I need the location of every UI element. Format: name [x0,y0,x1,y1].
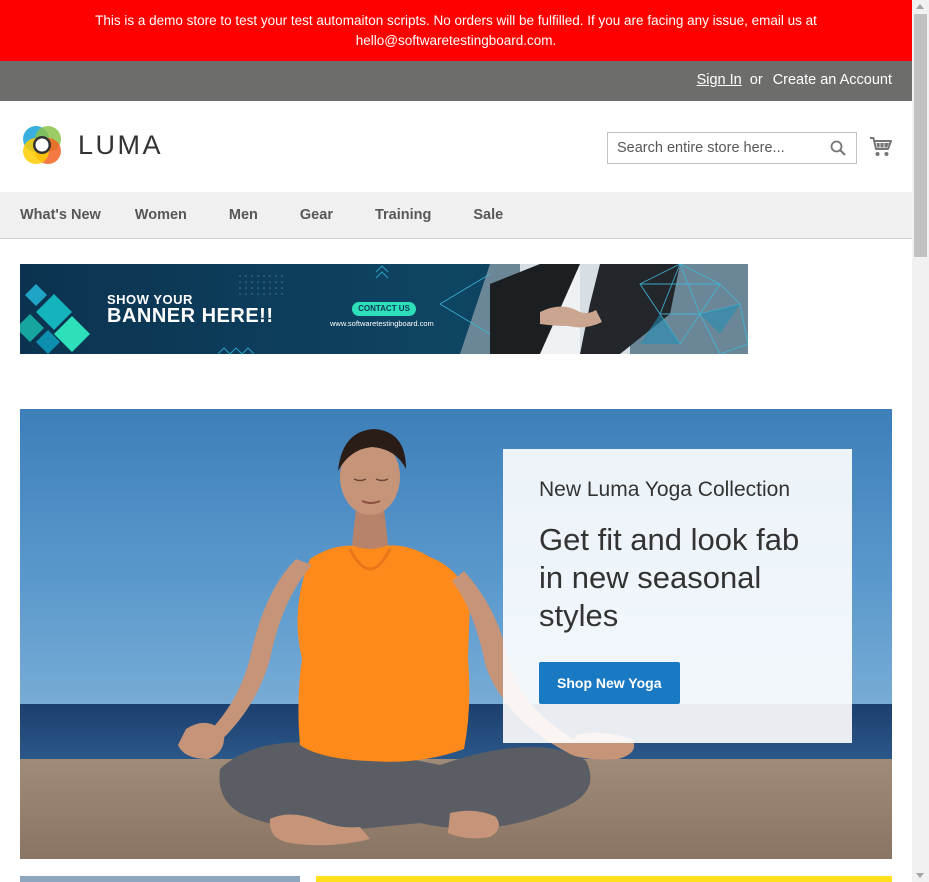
header-panel: Sign In or Create an Account [0,61,912,101]
nav-item-sale[interactable]: Sale [473,207,503,223]
page: This is a demo store to test your test a… [0,0,912,882]
nav-item-women[interactable]: Women [135,207,187,223]
search-input[interactable] [608,133,818,163]
logo-text: LUMA [78,129,164,160]
create-account-link[interactable]: Create an Account [773,72,892,88]
search-icon[interactable] [830,140,846,156]
next-block-right-image[interactable] [316,876,892,882]
scrollbar-thumb[interactable] [914,14,927,257]
account-links: Sign In or Create an Account [697,72,892,88]
nav-item-whats-new[interactable]: What's New [20,207,101,223]
scroll-up-arrow-icon[interactable] [916,4,924,9]
logo[interactable]: LUMA [20,123,163,167]
hero-headline: Get fit and look fab in new seasonal sty… [539,522,800,633]
demo-notice-bar: This is a demo store to test your test a… [0,0,912,61]
header: LUMA [0,101,912,192]
shopping-cart-icon[interactable] [869,135,893,159]
promo-title-line2: BANNER HERE!! [107,305,274,327]
luma-logo-icon [23,126,61,164]
search-box [607,132,857,164]
hero-subtitle: New Luma Yoga Collection [539,478,790,501]
nav-item-men[interactable]: Men [229,207,258,223]
hero-banner[interactable]: New Luma Yoga Collection Get fit and loo… [20,409,892,859]
demo-notice-email: hello@softwaretestingboard.com. [355,33,557,48]
or-separator: or [749,72,763,88]
promo-banner[interactable]: SHOW YOUR BANNER HERE!! CONTACT US www.s… [20,264,748,354]
sign-in-link[interactable]: Sign In [697,72,742,88]
scroll-down-arrow-icon[interactable] [916,873,924,878]
demo-notice-text: This is a demo store to test your test a… [95,13,817,28]
hero-card: New Luma Yoga Collection Get fit and loo… [503,449,852,743]
nav-item-training[interactable]: Training [375,207,431,223]
promo-url: www.softwaretestingboard.com [330,319,434,328]
promo-contact-button[interactable]: CONTACT US [352,302,416,316]
page-scrollbar[interactable] [912,0,929,882]
next-block-left-image[interactable] [20,876,300,882]
shop-new-yoga-button[interactable]: Shop New Yoga [539,662,680,704]
main-navigation: What's New Women Men Gear Training Sale [0,192,912,239]
nav-item-gear[interactable]: Gear [300,207,333,223]
